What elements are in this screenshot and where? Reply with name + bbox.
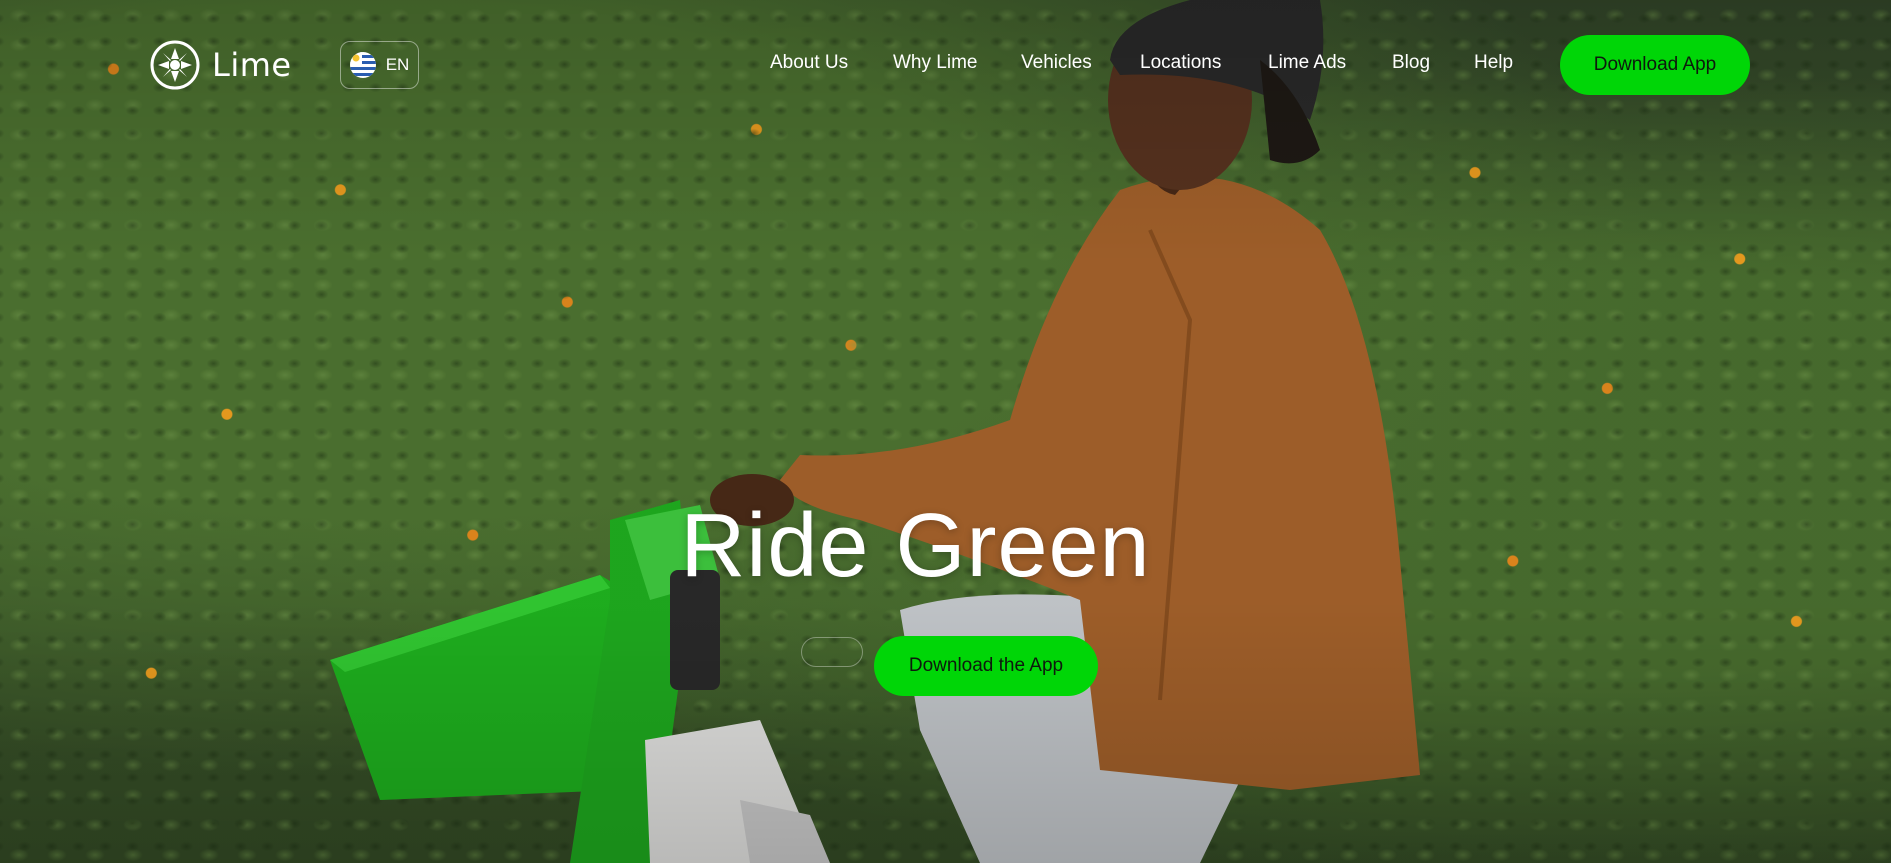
- nav-why-lime[interactable]: Why Lime: [893, 52, 977, 74]
- download-the-app-button[interactable]: Download the App: [874, 636, 1098, 696]
- nav-locations[interactable]: Locations: [1140, 52, 1221, 74]
- language-code: EN: [385, 55, 410, 74]
- hero-section: Lime EN About Us Why Lime Vehicles Locat…: [0, 0, 1891, 863]
- download-app-button[interactable]: Download App: [1560, 35, 1750, 95]
- hero-headline-text: Ride Green: [680, 496, 1151, 596]
- nav-lime-ads[interactable]: Lime Ads: [1268, 52, 1346, 74]
- hero-headline: Ride Green: [0, 495, 1891, 598]
- hero-secondary-button[interactable]: [801, 637, 863, 667]
- uruguay-flag-icon: [349, 52, 376, 78]
- language-selector[interactable]: EN: [340, 41, 419, 89]
- lime-logo[interactable]: Lime: [150, 40, 292, 90]
- top-navigation: Lime EN About Us Why Lime Vehicles Locat…: [0, 0, 1891, 130]
- lime-logo-icon: [150, 40, 200, 90]
- nav-about-us[interactable]: About Us: [770, 52, 848, 74]
- lime-wordmark: Lime: [212, 46, 292, 84]
- nav-vehicles[interactable]: Vehicles: [1021, 52, 1092, 74]
- nav-blog[interactable]: Blog: [1392, 52, 1430, 74]
- nav-help[interactable]: Help: [1474, 52, 1513, 74]
